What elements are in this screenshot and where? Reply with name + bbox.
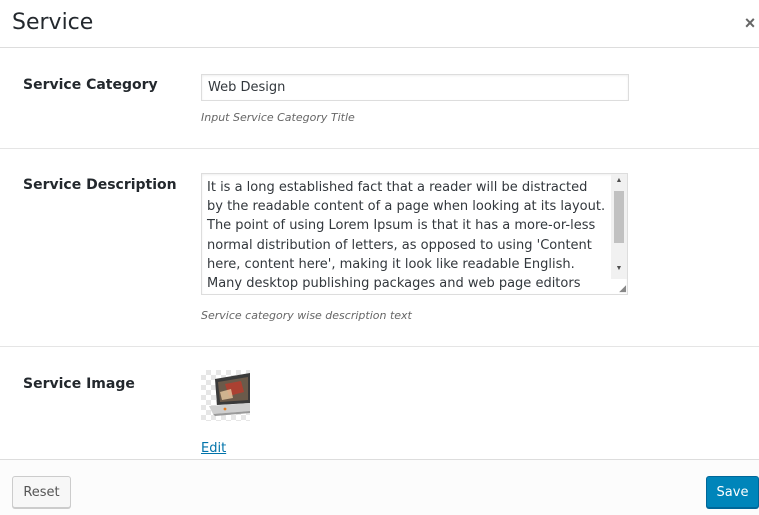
service-category-label: Service Category xyxy=(23,77,158,93)
service-description-textarea[interactable]: It is a long established fact that a rea… xyxy=(201,173,628,295)
scroll-thumb[interactable] xyxy=(614,191,624,243)
service-description-text[interactable]: It is a long established fact that a rea… xyxy=(207,178,607,293)
dialog-footer: Reset Save xyxy=(0,459,759,515)
service-description-hint: Service category wise description text xyxy=(201,309,412,322)
textarea-scrollbar[interactable]: ▲ ▼ xyxy=(611,174,627,279)
service-category-hint: Input Service Category Title xyxy=(201,111,355,124)
save-button[interactable]: Save xyxy=(706,476,759,508)
reset-button[interactable]: Reset xyxy=(12,476,71,508)
service-image-label: Service Image xyxy=(23,376,135,392)
close-icon[interactable]: × xyxy=(741,13,759,33)
resize-handle-icon[interactable]: ◢ xyxy=(616,283,626,293)
service-category-input[interactable] xyxy=(201,74,629,101)
service-description-label: Service Description xyxy=(23,177,177,193)
edit-image-link[interactable]: Edit xyxy=(201,441,226,456)
scroll-down-arrow-icon[interactable]: ▼ xyxy=(611,262,627,276)
laptop-thumbnail-icon xyxy=(201,370,250,421)
dialog-header: Service × xyxy=(0,0,759,48)
dialog-title: Service xyxy=(12,10,94,35)
scroll-up-arrow-icon[interactable]: ▲ xyxy=(611,174,627,188)
